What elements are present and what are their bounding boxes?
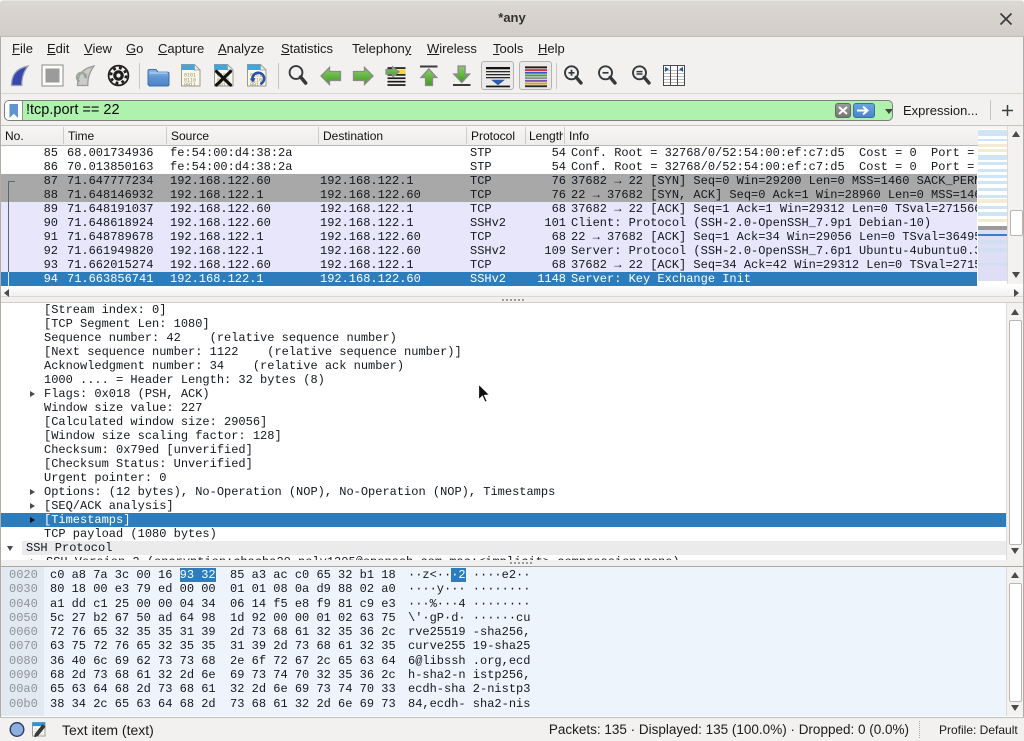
- svg-text:0011: 0011: [184, 82, 196, 88]
